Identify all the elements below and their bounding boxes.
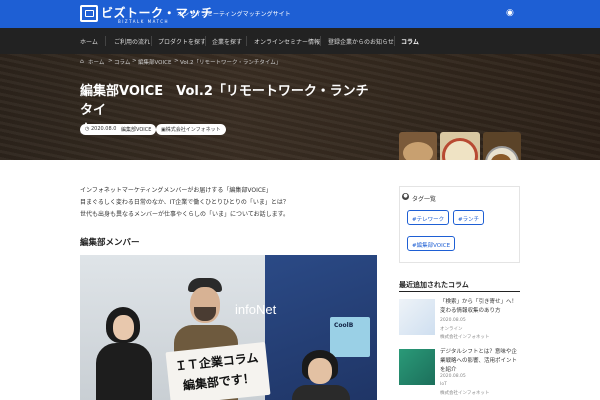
nav-divider [394, 36, 395, 46]
recent-thumb-2[interactable] [399, 349, 435, 385]
sign-line2: 編集部です！ [182, 371, 256, 393]
recent-date-2: 2020.08.05 [440, 374, 466, 379]
breadcrumb-current: Vol.2「リモートワーク・ランチタイム」 [180, 60, 282, 66]
tag-telework[interactable]: #テレワーク [407, 210, 450, 225]
site-logo-sub: BIZTALK MATCH [118, 19, 170, 24]
tag-list-title: タグ一覧 [412, 196, 437, 203]
tag-icon: ● [402, 193, 409, 200]
nav-divider [246, 36, 247, 46]
breadcrumb-separator: > [132, 58, 137, 64]
nav-divider [151, 36, 152, 46]
recent-title-2[interactable]: デジタルシフトとは？意味や企業戦略への影響、活用ポイントを紹介 [440, 348, 522, 375]
section-heading: 編集部メンバー [80, 238, 140, 248]
nav-divider [205, 36, 206, 46]
nav-item-home[interactable]: ホーム [80, 37, 98, 46]
page-title-line1: 編集部VOICE Vol.2「リモートワーク・ランチタイ [80, 84, 369, 118]
article-category: 編集部VOICE [121, 127, 152, 133]
nav-item-company-news[interactable]: 登録企業からのお知らせ [328, 37, 394, 46]
recent-author-2[interactable]: 株式会社インフォネット [440, 390, 489, 396]
recent-columns-title: 最近追加されたコラム [399, 281, 469, 289]
nav-item-column[interactable]: コラム [401, 37, 419, 46]
nav-item-usage-flow[interactable]: ご利用の流れ [114, 37, 150, 46]
home-icon[interactable]: ⌂ [80, 58, 84, 65]
food-photo-item [403, 142, 433, 160]
team-photo: infoNet CoolB ＩＴ企業コラム 編集部です！ [80, 255, 377, 400]
person-left-body [96, 343, 152, 400]
breadcrumb-category[interactable]: 編集部VOICE [138, 58, 171, 66]
banner-text: CoolB [334, 322, 354, 329]
recent-date-1: 2020.08.05 [440, 318, 466, 323]
recent-columns-divider [399, 291, 520, 292]
main-nav: ホーム ご利用の流れ プロダクトを探す 企業を探す オンラインセミナー情報 登録… [0, 28, 600, 54]
recent-title-1[interactable]: 「検索」から「引き寄せ」へ！変わる情報収集のあり方 [440, 298, 522, 316]
breadcrumb-separator: > [174, 58, 179, 64]
nav-item-online-seminars[interactable]: オンラインセミナー情報 [254, 37, 320, 46]
wall-logo: infoNet [235, 302, 277, 317]
recent-thumb-1[interactable] [399, 299, 435, 335]
breadcrumb-column[interactable]: コラム [114, 58, 130, 66]
person-right-body [292, 385, 350, 400]
recent-author-1[interactable]: 株式会社インフォネット [440, 334, 489, 340]
recent-category-1[interactable]: オンライン [440, 326, 463, 332]
article-category-badge[interactable]: 編集部VOICE [116, 124, 157, 135]
site-tagline: オンラインミーティングマッチングサイト [177, 11, 291, 18]
intro-line-3: 世代も出身も異なるメンバーが仕事やくらしの「いま」についてお話します。 [80, 211, 290, 218]
article-author: 株式会社インフォネット [165, 127, 221, 133]
breadcrumb-separator: > [108, 58, 113, 64]
article-author-badge[interactable]: ▣株式会社インフォネット [156, 124, 226, 135]
top-bar: ビズトーク・マッチ BIZTALK MATCH オンラインミーティングマッチング… [0, 0, 600, 28]
nav-item-find-companies[interactable]: 企業を探す [212, 37, 242, 46]
rss-icon[interactable]: ◉ [506, 8, 514, 18]
nav-divider [105, 36, 106, 46]
nav-divider [320, 36, 321, 46]
person-left-face [113, 315, 134, 340]
breadcrumb-home[interactable]: ホーム [88, 58, 104, 66]
intro-line-1: インフォネットマーケティングメンバーがお届けする「編集部VOICE」 [80, 187, 272, 194]
held-sign: ＩＴ企業コラム 編集部です！ [165, 341, 271, 400]
hero-food-photos [399, 132, 521, 160]
tag-lunch[interactable]: #ランチ [453, 210, 485, 225]
recent-category-2[interactable]: IoT [440, 382, 447, 387]
tag-editorial-voice[interactable]: #編集部VOICE [407, 236, 456, 251]
person-right-face [308, 358, 332, 384]
nav-item-find-products[interactable]: プロダクトを探す [158, 37, 206, 46]
intro-line-2: 目まぐるしく変わる日常のなか、IT企業で働くひとりひとりの「いま」とは？ [80, 199, 289, 206]
logo-icon[interactable] [80, 5, 98, 22]
article-hero: ⌂ ホーム > コラム > 編集部VOICE > Vol.2「リモートワーク・ラ… [0, 54, 600, 160]
